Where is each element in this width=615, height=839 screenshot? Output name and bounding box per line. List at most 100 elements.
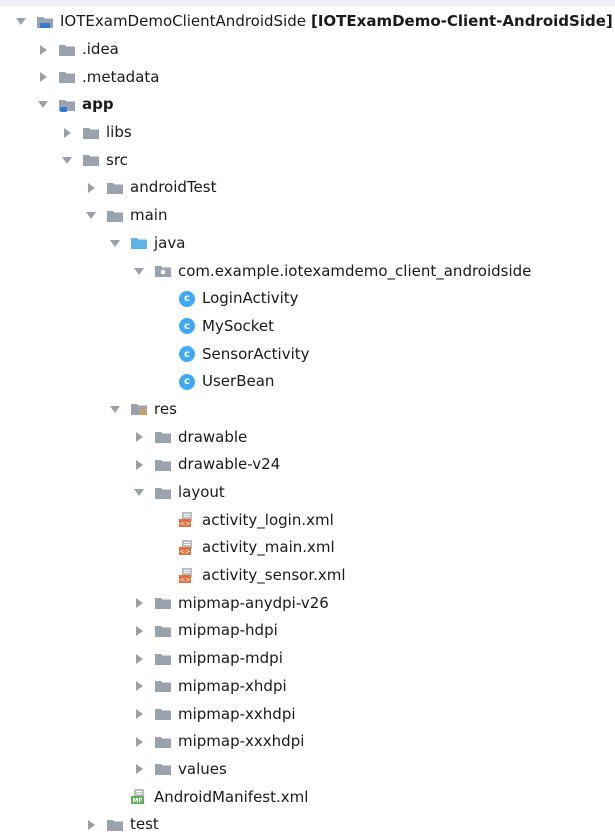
tree-node-mipmap[interactable]: mipmap-xxhdpi: [0, 700, 615, 728]
tree-node-main[interactable]: main: [0, 202, 615, 230]
collapse-arrow-icon[interactable]: [132, 458, 146, 472]
tree-node-test[interactable]: test: [0, 811, 615, 839]
folder-icon: [58, 69, 76, 85]
tree-node-drawable[interactable]: drawable: [0, 423, 615, 451]
resource-folder-icon: [130, 401, 148, 417]
folder-label: values: [178, 759, 227, 778]
root-label: IOTExamDemoClientAndroidSide: [60, 12, 306, 31]
folder-label: mipmap-xhdpi: [178, 676, 287, 695]
expand-arrow-icon[interactable]: [14, 15, 28, 29]
collapse-arrow-icon[interactable]: [132, 596, 146, 610]
collapse-arrow-icon[interactable]: [132, 762, 146, 776]
expand-arrow-icon[interactable]: [84, 209, 98, 223]
tree-node-class[interactable]: c SensorActivity: [0, 340, 615, 368]
file-label: activity_main.xml: [202, 538, 335, 557]
folder-label: mipmap-mdpi: [178, 649, 283, 668]
expand-arrow-icon[interactable]: [108, 236, 122, 250]
tree-node-androidtest[interactable]: androidTest: [0, 174, 615, 202]
folder-icon: [106, 817, 124, 833]
collapse-arrow-icon[interactable]: [132, 707, 146, 721]
class-label: MySocket: [202, 316, 275, 335]
collapse-arrow-icon[interactable]: [132, 679, 146, 693]
collapse-arrow-icon[interactable]: [60, 126, 74, 140]
tree-node-app[interactable]: app: [0, 91, 615, 119]
folder-icon: [82, 152, 100, 168]
folder-label: java: [154, 233, 186, 252]
folder-label: drawable-v24: [178, 455, 281, 474]
folder-icon: [154, 623, 172, 639]
package-label: com.example.iotexamdemo_client_androidsi…: [178, 261, 532, 280]
folder-icon: [154, 706, 172, 722]
tree-node-manifest[interactable]: AndroidManifest.xml: [0, 783, 615, 811]
top-divider: [0, 0, 615, 6]
collapse-arrow-icon[interactable]: [84, 181, 98, 195]
tree-node-root[interactable]: IOTExamDemoClientAndroidSide [IOTExamDem…: [0, 8, 615, 36]
xml-file-icon: [178, 540, 196, 556]
source-folder-icon: [130, 235, 148, 251]
tree-node-layout[interactable]: layout: [0, 479, 615, 507]
project-folder-icon: [36, 14, 54, 30]
tree-node-metadata[interactable]: .metadata: [0, 63, 615, 91]
root-module-label: [IOTExamDemo-Client-AndroidSide]: [310, 12, 613, 31]
folder-label: .idea: [82, 40, 119, 59]
collapse-arrow-icon[interactable]: [132, 652, 146, 666]
tree-node-xml-file[interactable]: activity_main.xml: [0, 534, 615, 562]
tree-node-libs[interactable]: libs: [0, 119, 615, 147]
tree-node-res[interactable]: res: [0, 396, 615, 424]
xml-file-icon: [178, 568, 196, 584]
folder-label: main: [130, 206, 168, 225]
module-label: app: [82, 95, 114, 114]
folder-icon: [154, 595, 172, 611]
tree-node-package[interactable]: com.example.iotexamdemo_client_androidsi…: [0, 257, 615, 285]
folder-label: layout: [178, 483, 225, 502]
class-label: UserBean: [202, 372, 275, 391]
folder-label: mipmap-hdpi: [178, 621, 278, 640]
tree-node-class[interactable]: c MySocket: [0, 313, 615, 341]
expand-arrow-icon[interactable]: [132, 486, 146, 500]
class-label: SensorActivity: [202, 344, 310, 363]
tree-node-xml-file[interactable]: activity_sensor.xml: [0, 562, 615, 590]
folder-label: mipmap-xxhdpi: [178, 704, 296, 723]
folder-label: mipmap-anydpi-v26: [178, 593, 329, 612]
expand-arrow-icon[interactable]: [36, 98, 50, 112]
folder-icon: [106, 180, 124, 196]
expand-arrow-icon[interactable]: [108, 402, 122, 416]
tree-node-class[interactable]: c UserBean: [0, 368, 615, 396]
class-icon: c: [178, 318, 196, 335]
module-folder-icon: [58, 97, 76, 113]
folder-icon: [154, 485, 172, 501]
folder-icon: [154, 761, 172, 777]
expand-arrow-icon[interactable]: [132, 264, 146, 278]
tree-node-mipmap[interactable]: mipmap-xhdpi: [0, 673, 615, 701]
collapse-arrow-icon[interactable]: [84, 818, 98, 832]
collapse-arrow-icon[interactable]: [132, 430, 146, 444]
class-icon: c: [178, 346, 196, 363]
tree-node-xml-file[interactable]: activity_login.xml: [0, 506, 615, 534]
file-label: activity_login.xml: [202, 510, 334, 529]
folder-icon: [154, 429, 172, 445]
tree-node-mipmap[interactable]: mipmap-hdpi: [0, 617, 615, 645]
tree-node-class[interactable]: c LoginActivity: [0, 285, 615, 313]
class-label: LoginActivity: [202, 289, 299, 308]
collapse-arrow-icon[interactable]: [132, 735, 146, 749]
tree-node-mipmap[interactable]: mipmap-mdpi: [0, 645, 615, 673]
tree-node-values[interactable]: values: [0, 756, 615, 784]
tree-node-java[interactable]: java: [0, 230, 615, 258]
tree-node-mipmap[interactable]: mipmap-anydpi-v26: [0, 589, 615, 617]
tree-node-src[interactable]: src: [0, 146, 615, 174]
expand-arrow-icon[interactable]: [60, 153, 74, 167]
folder-label: .metadata: [82, 67, 160, 86]
class-icon: c: [178, 373, 196, 390]
folder-icon: [154, 678, 172, 694]
package-icon: [154, 263, 172, 279]
tree-node-idea[interactable]: .idea: [0, 36, 615, 64]
tree-node-drawable-v24[interactable]: drawable-v24: [0, 451, 615, 479]
folder-label: androidTest: [130, 178, 217, 197]
project-tree[interactable]: IOTExamDemoClientAndroidSide [IOTExamDem…: [0, 8, 615, 839]
folder-icon: [154, 457, 172, 473]
collapse-arrow-icon[interactable]: [132, 624, 146, 638]
tree-node-mipmap[interactable]: mipmap-xxxhdpi: [0, 728, 615, 756]
collapse-arrow-icon[interactable]: [36, 43, 50, 57]
folder-label: libs: [106, 123, 132, 142]
collapse-arrow-icon[interactable]: [36, 70, 50, 84]
